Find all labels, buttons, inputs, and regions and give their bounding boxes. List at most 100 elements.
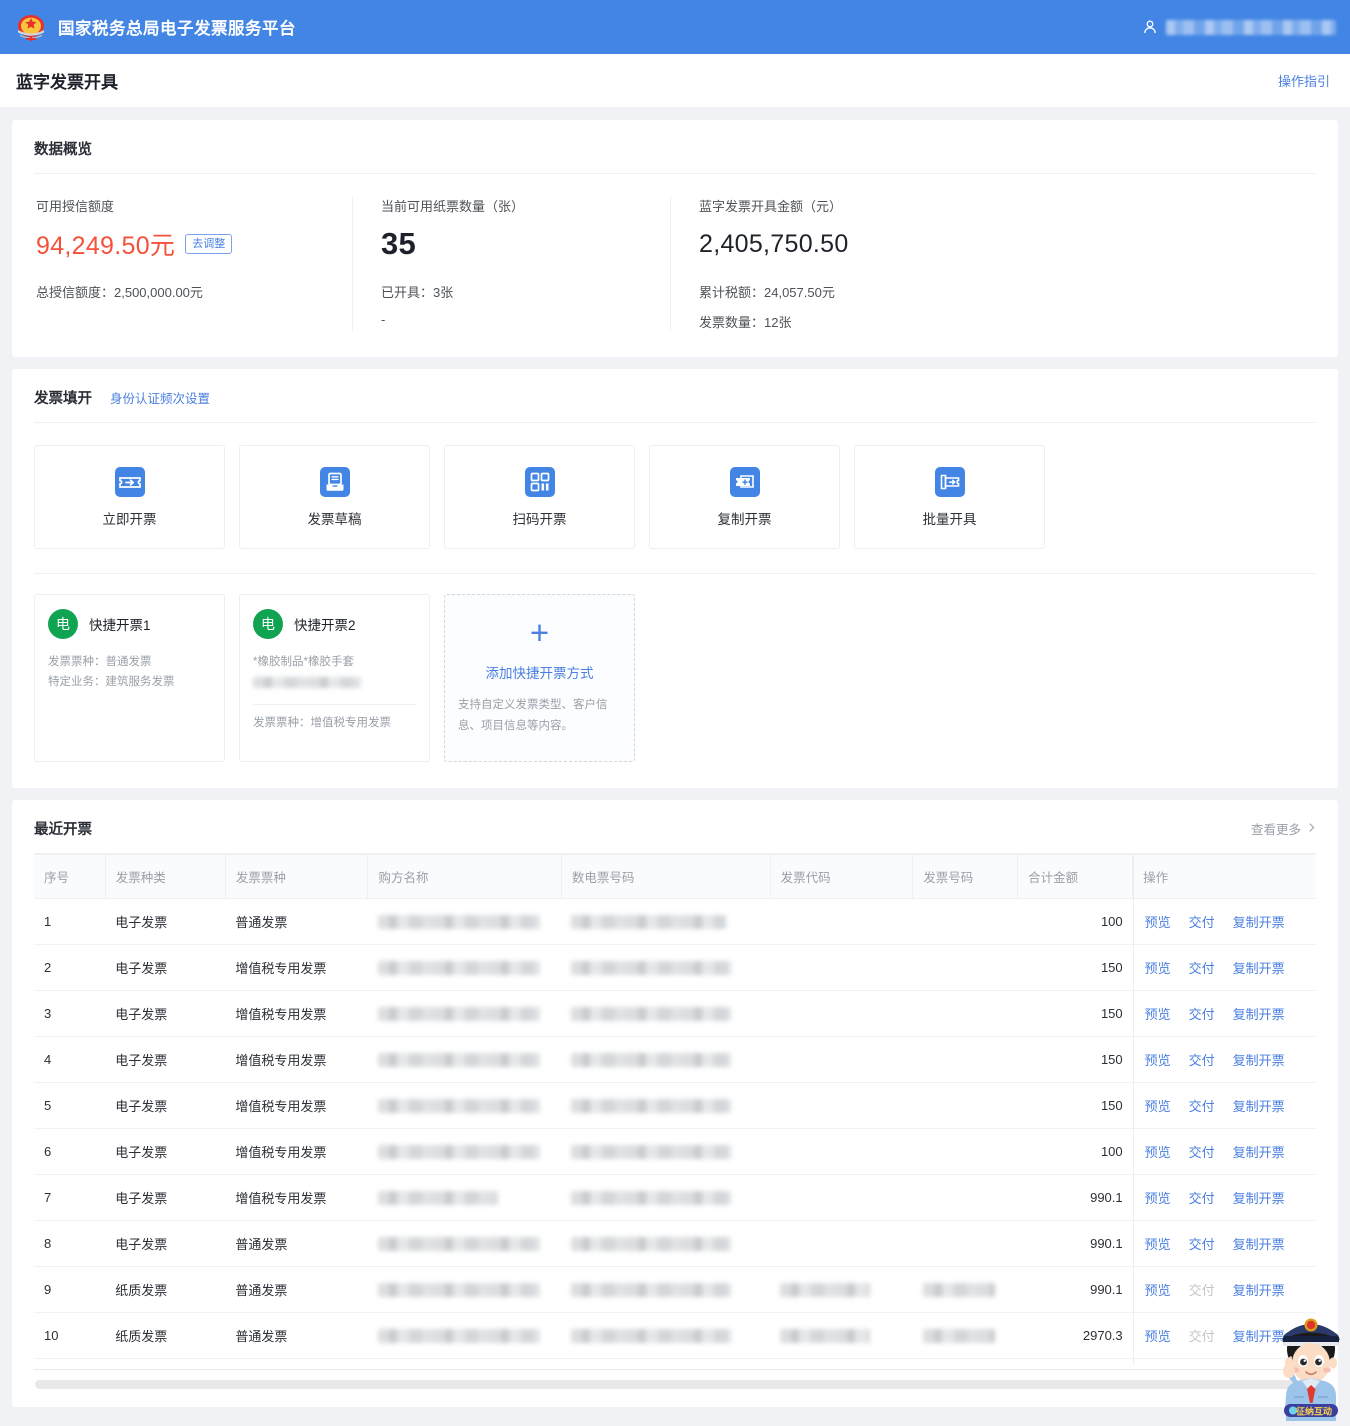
cell-type: 增值税专用发票 <box>225 945 368 991</box>
col-header-kind: 发票种类 <box>105 855 225 899</box>
brand-title: 国家税务总局电子发票服务平台 <box>58 15 296 39</box>
divider <box>253 704 416 705</box>
tile-copy-issue[interactable]: 复制开票 <box>649 445 840 549</box>
cell-invoice-no <box>913 945 1018 991</box>
cell-operations: 预览交付复制开票 <box>1133 1221 1316 1267</box>
cell-amount: 990.1 <box>1018 1267 1133 1313</box>
copy-invoice-link[interactable]: 复制开票 <box>1233 912 1285 931</box>
tile-batch-issue[interactable]: 批量开具 <box>854 445 1045 549</box>
cell-kind: 纸质发票 <box>105 1313 225 1359</box>
row-operations: 预览交付复制开票 <box>1143 958 1306 977</box>
table-row[interactable]: 4电子发票增值税专用发票150预览交付复制开票 <box>34 1037 1316 1083</box>
footer-space <box>0 1407 1350 1421</box>
table-row[interactable]: 2电子发票增值税专用发票150预览交付复制开票 <box>34 945 1316 991</box>
deliver-link: 交付 <box>1189 1326 1215 1345</box>
cell-invoice-code <box>770 1221 913 1267</box>
preview-link[interactable]: 预览 <box>1145 1142 1171 1161</box>
cell-invoice-code <box>770 1313 913 1359</box>
row-operations: 预览交付复制开票 <box>1143 912 1306 931</box>
tile-issue-now[interactable]: 立即开票 <box>34 445 225 549</box>
add-quick-invoice-card[interactable]: + 添加快捷开票方式 支持自定义发票类型、客户信息、项目信息等内容。 <box>444 594 635 762</box>
deliver-link[interactable]: 交付 <box>1189 958 1215 977</box>
qrcode-icon <box>525 467 555 497</box>
cell-type: 增值税专用发票 <box>225 991 368 1037</box>
identity-frequency-settings-link[interactable]: 身份认证频次设置 <box>110 388 210 407</box>
cell-invoice-no <box>913 1313 1018 1359</box>
quick-action-tiles: 立即开票 发票草稿 <box>34 423 1316 549</box>
preview-link[interactable]: 预览 <box>1145 1096 1171 1115</box>
amount-value: 2,405,750.50 <box>699 230 849 259</box>
cell-invoice-code <box>770 991 913 1037</box>
tile-invoice-draft[interactable]: 发票草稿 <box>239 445 430 549</box>
preview-link[interactable]: 预览 <box>1145 1188 1171 1207</box>
table-row[interactable]: 1电子发票普通发票100预览交付复制开票 <box>34 899 1316 945</box>
cell-invoice-code <box>770 899 913 945</box>
copy-invoice-link[interactable]: 复制开票 <box>1233 1188 1285 1207</box>
table-row[interactable]: 9纸质发票普通发票990.1预览交付复制开票 <box>34 1267 1316 1313</box>
masked-value <box>378 1099 540 1113</box>
table-row[interactable]: 7电子发票增值税专用发票990.1预览交付复制开票 <box>34 1175 1316 1221</box>
operation-guide-link[interactable]: 操作指引 <box>1278 71 1330 90</box>
masked-value <box>923 1283 995 1297</box>
quick-card-2[interactable]: 电 快捷开票2 *橡胶制品*橡胶手套 发票票种：增值税专用发票 <box>239 594 430 762</box>
draft-tray-icon <box>320 467 350 497</box>
quick-card-1[interactable]: 电 快捷开票1 发票票种：普通发票 特定业务：建筑服务发票 <box>34 594 225 762</box>
preview-link[interactable]: 预览 <box>1145 1326 1171 1345</box>
row-operations: 预览交付复制开票 <box>1143 1188 1306 1207</box>
table-row[interactable]: 5电子发票增值税专用发票150预览交付复制开票 <box>34 1083 1316 1129</box>
preview-link[interactable]: 预览 <box>1145 1050 1171 1069</box>
table-row[interactable]: 10纸质发票普通发票2970.3预览交付复制开票 <box>34 1313 1316 1359</box>
table-row[interactable]: 3电子发票增值税专用发票150预览交付复制开票 <box>34 991 1316 1037</box>
cell-electronic-no <box>561 1313 770 1359</box>
col-header-eno: 数电票号码 <box>561 855 770 899</box>
deliver-link[interactable]: 交付 <box>1189 912 1215 931</box>
deliver-link[interactable]: 交付 <box>1189 1004 1215 1023</box>
deliver-link[interactable]: 交付 <box>1189 1142 1215 1161</box>
user-area[interactable] <box>1142 0 1336 54</box>
table-row[interactable]: 6电子发票增值税专用发票100预览交付复制开票 <box>34 1129 1316 1175</box>
copy-invoice-link[interactable]: 复制开票 <box>1233 958 1285 977</box>
data-overview-card: 数据概览 可用授信额度 94,249.50元 去调整 总授信额度：2,500,0… <box>12 120 1338 357</box>
cell-invoice-code <box>770 1129 913 1175</box>
tile-scan-code-issue[interactable]: 扫码开票 <box>444 445 635 549</box>
page-title-bar: 蓝字发票开具 操作指引 <box>0 54 1350 108</box>
deliver-link[interactable]: 交付 <box>1189 1188 1215 1207</box>
chevron-right-icon <box>1308 822 1316 836</box>
cell-amount: 2970.3 <box>1018 1313 1133 1359</box>
table-head: 序号 发票种类 发票票种 购方名称 数电票号码 发票代码 发票号码 合计金额 操… <box>34 855 1316 899</box>
adjust-credit-button[interactable]: 去调整 <box>185 234 232 255</box>
cell-kind: 电子发票 <box>105 945 225 991</box>
deliver-link[interactable]: 交付 <box>1189 1096 1215 1115</box>
copy-invoice-link[interactable]: 复制开票 <box>1233 1142 1285 1161</box>
preview-link[interactable]: 预览 <box>1145 1280 1171 1299</box>
preview-link[interactable]: 预览 <box>1145 1004 1171 1023</box>
paper-issued: 已开具：3张 <box>381 282 646 301</box>
cell-operations: 预览交付复制开票 <box>1133 1129 1316 1175</box>
deliver-link[interactable]: 交付 <box>1189 1050 1215 1069</box>
preview-link[interactable]: 预览 <box>1145 1234 1171 1253</box>
deliver-link[interactable]: 交付 <box>1189 1234 1215 1253</box>
cell-seq: 9 <box>34 1267 105 1313</box>
copy-invoice-link[interactable]: 复制开票 <box>1233 1096 1285 1115</box>
copy-invoice-link[interactable]: 复制开票 <box>1233 1280 1285 1299</box>
cell-invoice-no <box>913 991 1018 1037</box>
view-more-link[interactable]: 查看更多 <box>1251 819 1316 838</box>
electronic-badge-icon: 电 <box>253 609 283 639</box>
copy-invoice-link[interactable]: 复制开票 <box>1233 1004 1285 1023</box>
masked-value <box>378 1145 540 1159</box>
cell-type: 普通发票 <box>225 1221 368 1267</box>
paper-label: 当前可用纸票数量（张） <box>381 196 646 215</box>
ticket-batch-icon <box>935 467 965 497</box>
cell-type: 增值税专用发票 <box>225 1129 368 1175</box>
copy-invoice-link[interactable]: 复制开票 <box>1233 1234 1285 1253</box>
tax-officer-mascot-icon[interactable]: 征纳互动 <box>1274 1301 1348 1421</box>
table-row[interactable]: 8电子发票普通发票990.1预览交付复制开票 <box>34 1221 1316 1267</box>
user-icon <box>1142 19 1158 35</box>
credit-label: 可用授信额度 <box>36 196 328 215</box>
horizontal-scrollbar[interactable] <box>35 1380 1315 1389</box>
cell-buyer <box>368 1083 561 1129</box>
preview-link[interactable]: 预览 <box>1145 912 1171 931</box>
copy-invoice-link[interactable]: 复制开票 <box>1233 1050 1285 1069</box>
preview-link[interactable]: 预览 <box>1145 958 1171 977</box>
add-card-description: 支持自定义发票类型、客户信息、项目信息等内容。 <box>458 695 621 736</box>
